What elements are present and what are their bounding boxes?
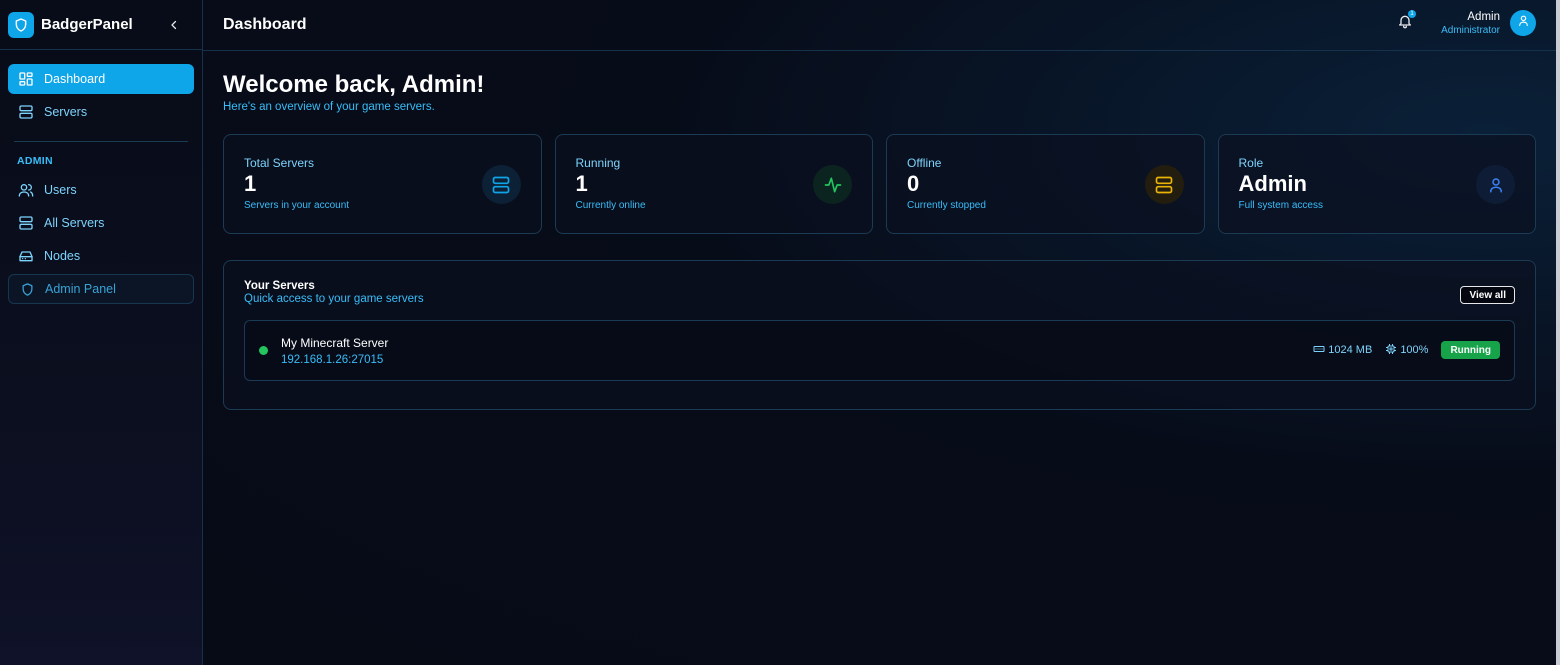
sidebar-item-servers[interactable]: Servers xyxy=(8,97,194,127)
main-content: Dashboard 1 Admin Administrator Welcome … xyxy=(203,0,1556,665)
server-icon xyxy=(17,214,35,232)
sidebar-item-all-servers[interactable]: All Servers xyxy=(8,208,194,238)
topbar: Dashboard 1 Admin Administrator xyxy=(203,0,1556,51)
section-subtitle: Quick access to your game servers xyxy=(244,293,424,305)
status-badge: Running xyxy=(1441,341,1500,359)
user-icon xyxy=(1517,14,1530,32)
stat-value: 1 xyxy=(244,171,257,196)
stat-card-running: Running 1 Currently online xyxy=(554,134,873,234)
sidebar-section-admin: ADMIN xyxy=(17,155,53,167)
sidebar-item-label: Dashboard xyxy=(44,72,106,86)
cpu-icon xyxy=(1385,343,1400,358)
stat-label: Total Servers xyxy=(244,156,315,170)
view-all-button[interactable]: View all xyxy=(1460,286,1515,304)
sidebar-item-label: Nodes xyxy=(44,249,81,263)
stat-desc: Currently stopped xyxy=(907,200,986,211)
sidebar-item-label: Users xyxy=(44,183,77,197)
sidebar: BadgerPanel Dashboard Servers ADMIN User… xyxy=(0,0,203,665)
dashboard-content: Welcome back, Admin! Here's an overview … xyxy=(203,51,1556,410)
server-icon xyxy=(1144,165,1184,204)
sidebar-item-label: All Servers xyxy=(44,216,105,230)
stat-desc: Currently online xyxy=(575,200,646,211)
dashboard-icon xyxy=(17,70,35,88)
server-name: My Minecraft Server xyxy=(281,335,389,350)
app-window: BadgerPanel Dashboard Servers ADMIN User… xyxy=(0,0,1556,665)
shield-icon xyxy=(18,280,36,298)
user-role: Administrator xyxy=(1441,24,1500,36)
server-icon xyxy=(481,165,521,204)
sidebar-item-admin-panel[interactable]: Admin Panel xyxy=(8,274,194,304)
user-icon xyxy=(1476,165,1515,204)
page-title: Dashboard xyxy=(223,16,307,33)
sidebar-item-label: Servers xyxy=(44,105,88,119)
server-list-item[interactable]: My Minecraft Server 192.168.1.26:27015 1… xyxy=(244,320,1515,381)
chevron-left-icon[interactable] xyxy=(166,17,182,33)
server-info: My Minecraft Server 192.168.1.26:27015 xyxy=(281,336,388,366)
hard-drive-icon xyxy=(17,247,35,265)
stat-value: Admin xyxy=(1238,171,1307,196)
sidebar-item-nodes[interactable]: Nodes xyxy=(8,241,194,271)
stat-desc: Servers in your account xyxy=(244,200,350,211)
stat-label: Offline xyxy=(907,156,942,170)
users-icon xyxy=(17,181,35,199)
shield-icon xyxy=(8,11,34,38)
brand-name: BadgerPanel xyxy=(41,16,133,33)
cpu-value: 100% xyxy=(1400,344,1429,356)
scrollbar[interactable] xyxy=(1556,0,1560,665)
topbar-actions: 1 Admin Administrator xyxy=(1394,10,1536,36)
sidebar-item-label: Admin Panel xyxy=(45,282,116,296)
stat-label: Role xyxy=(1238,156,1264,170)
stats-row: Total Servers 1 Servers in your account … xyxy=(223,134,1536,234)
welcome-subtitle: Here's an overview of your game servers. xyxy=(223,101,435,113)
user-info[interactable]: Admin Administrator xyxy=(1441,11,1500,36)
memory-icon xyxy=(1313,343,1328,358)
cpu-usage: 100% xyxy=(1385,343,1428,358)
stat-card-offline: Offline 0 Currently stopped xyxy=(886,134,1205,234)
brand: BadgerPanel xyxy=(0,0,202,50)
stat-card-role: Role Admin Full system access xyxy=(1217,134,1536,234)
sidebar-item-users[interactable]: Users xyxy=(8,175,194,205)
server-icon xyxy=(17,103,35,121)
server-address: 192.168.1.26:27015 xyxy=(281,353,384,366)
stat-label: Running xyxy=(575,156,621,170)
memory-value: 1024 MB xyxy=(1328,344,1373,356)
activity-icon xyxy=(813,165,852,204)
notification-badge: 1 xyxy=(1408,10,1417,18)
stat-value: 0 xyxy=(907,171,920,196)
your-servers-card: Your Servers Quick access to your game s… xyxy=(223,260,1536,410)
stat-desc: Full system access xyxy=(1238,200,1323,211)
status-dot xyxy=(259,346,268,355)
sidebar-item-dashboard[interactable]: Dashboard xyxy=(8,64,194,94)
avatar[interactable] xyxy=(1510,10,1536,36)
welcome-title: Welcome back, Admin! xyxy=(223,71,485,98)
stat-value: 1 xyxy=(575,171,588,196)
user-name: Admin xyxy=(1467,10,1500,23)
memory-usage: 1024 MB xyxy=(1313,343,1372,358)
section-title: Your Servers xyxy=(244,280,315,292)
server-meta: 1024 MB 100% Running xyxy=(1313,341,1500,359)
sidebar-nav: Dashboard Servers ADMIN Users All Server… xyxy=(0,50,202,304)
notification-button[interactable]: 1 xyxy=(1394,10,1417,34)
stat-card-total-servers: Total Servers 1 Servers in your account xyxy=(223,134,542,234)
